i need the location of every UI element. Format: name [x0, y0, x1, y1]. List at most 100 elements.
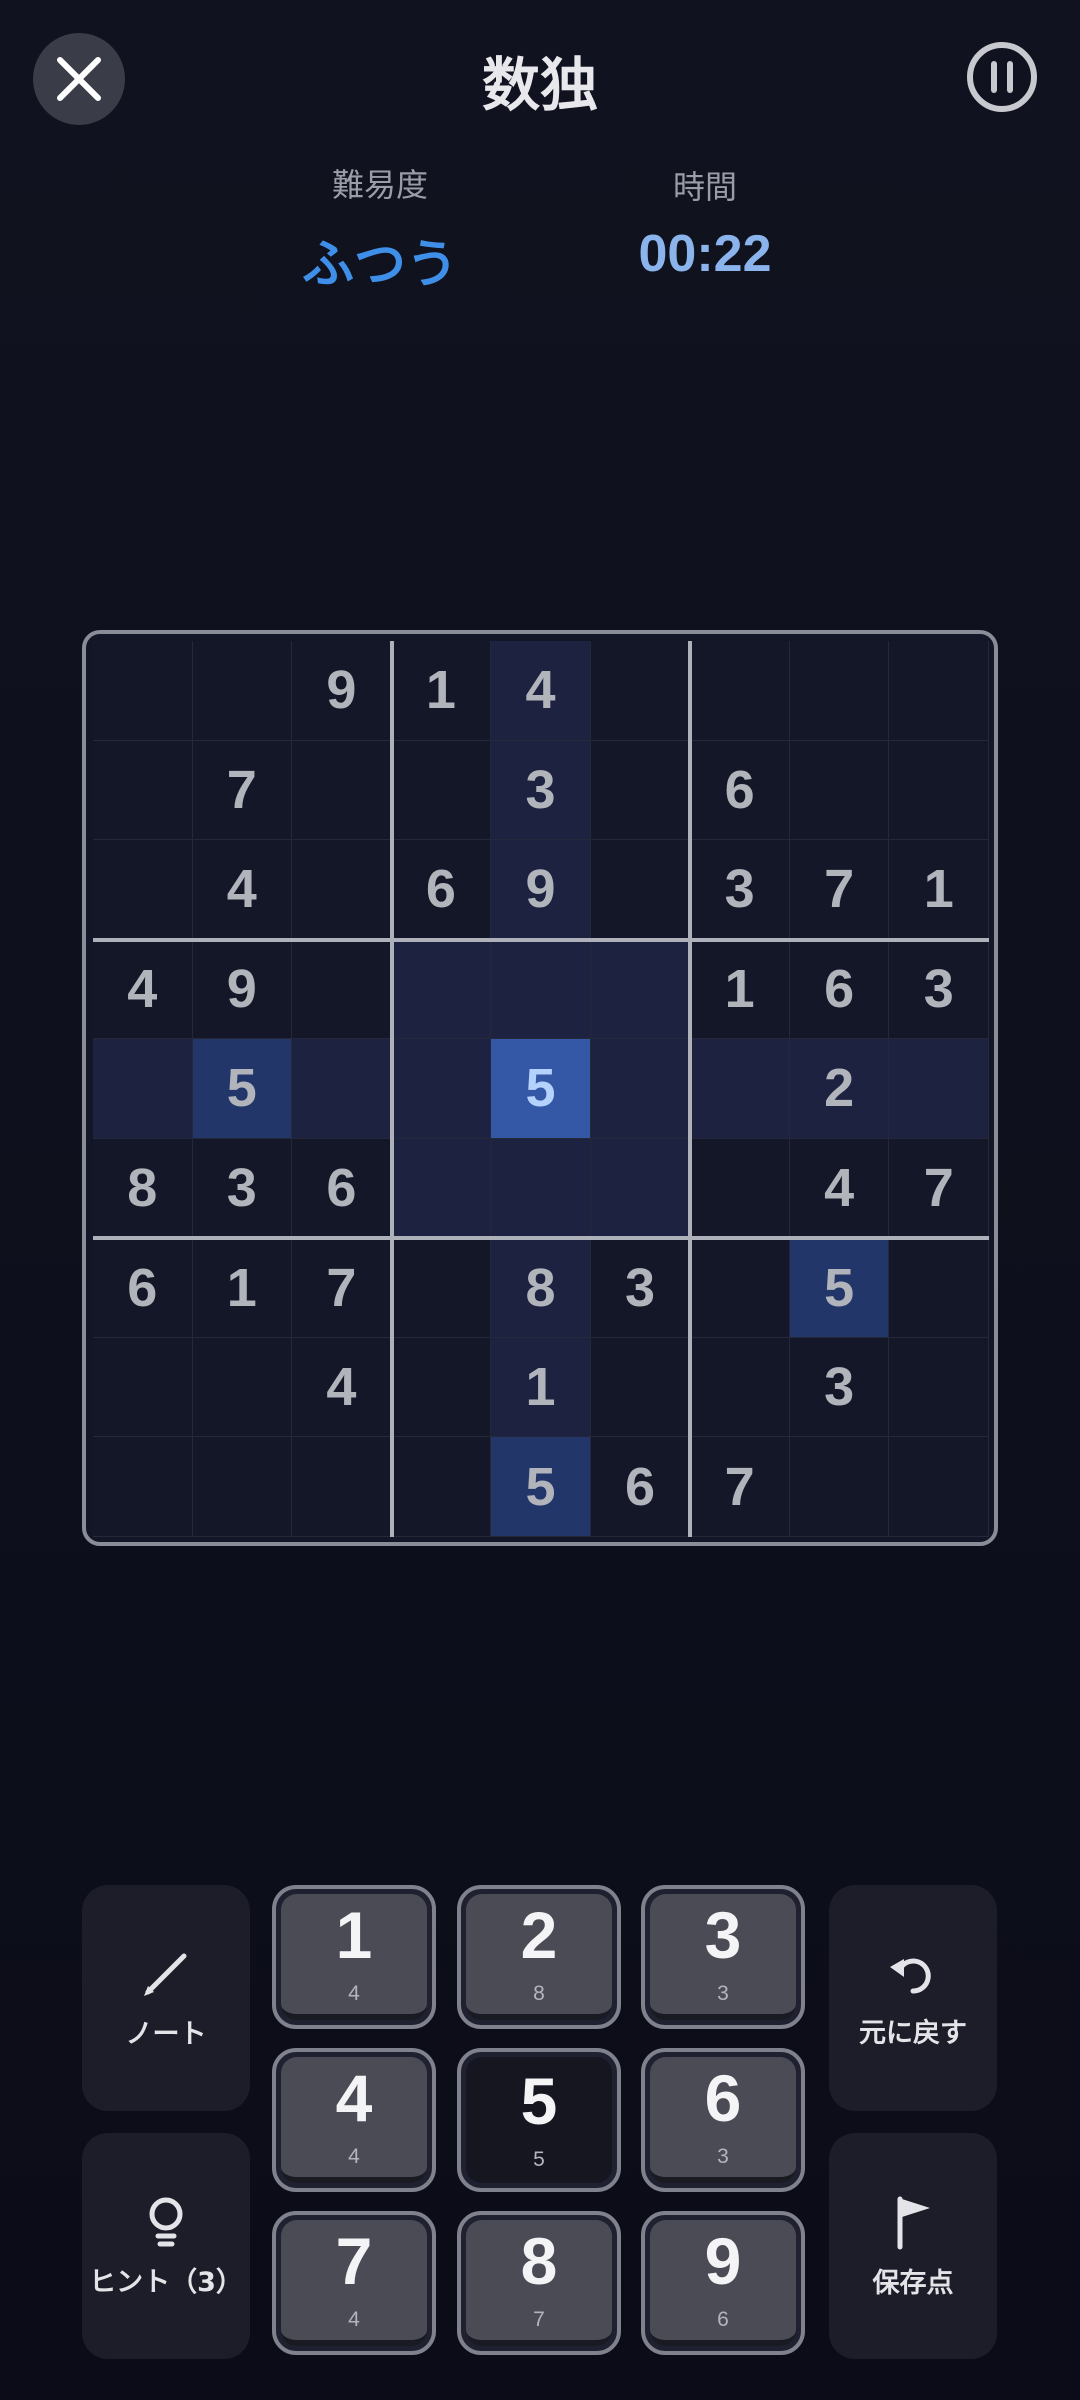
sudoku-cell[interactable]: 4 — [491, 641, 591, 741]
sudoku-cell[interactable]: 4 — [292, 1337, 392, 1438]
number-key-1[interactable]: 14 — [272, 1885, 436, 2029]
sudoku-cell[interactable]: 3 — [491, 740, 591, 841]
sudoku-cell[interactable]: 9 — [491, 840, 591, 940]
sudoku-cell[interactable] — [391, 1238, 492, 1338]
sudoku-cell[interactable] — [192, 1337, 293, 1438]
sudoku-cell[interactable] — [391, 1337, 492, 1438]
sudoku-cell[interactable] — [391, 740, 492, 841]
sudoku-cell[interactable] — [690, 641, 790, 741]
sudoku-cell[interactable] — [93, 1337, 193, 1438]
sudoku-cell[interactable]: 7 — [690, 1437, 790, 1537]
hint-button[interactable]: ヒント（3） — [82, 2133, 250, 2359]
sudoku-cell[interactable]: 6 — [93, 1238, 193, 1338]
box-divider-vertical — [389, 641, 394, 1537]
sudoku-cell[interactable] — [690, 1238, 790, 1338]
sudoku-cell[interactable] — [93, 840, 193, 940]
sudoku-cell[interactable] — [292, 1437, 392, 1537]
number-key-5[interactable]: 55 — [457, 2048, 621, 2192]
sudoku-cell[interactable] — [391, 1138, 492, 1239]
sudoku-cell[interactable] — [292, 740, 392, 841]
sudoku-cell[interactable] — [789, 641, 890, 741]
timer-display: 時間 00:22 — [600, 162, 810, 284]
sudoku-cell[interactable]: 1 — [192, 1238, 293, 1338]
number-key-6[interactable]: 63 — [641, 2048, 805, 2192]
sudoku-cell[interactable] — [93, 1039, 193, 1139]
sudoku-cell[interactable] — [192, 1437, 293, 1537]
sudoku-cell[interactable] — [889, 1437, 989, 1537]
sudoku-cell[interactable]: 4 — [789, 1138, 890, 1239]
sudoku-cell[interactable]: 9 — [192, 939, 293, 1040]
sudoku-cell[interactable] — [889, 641, 989, 741]
sudoku-cell[interactable] — [491, 1138, 591, 1239]
sudoku-cell[interactable] — [292, 939, 392, 1040]
number-key-7[interactable]: 74 — [272, 2211, 436, 2355]
undo-button[interactable]: 元に戻す — [829, 1885, 997, 2111]
sudoku-cell[interactable] — [690, 1337, 790, 1438]
sudoku-cell[interactable] — [690, 1138, 790, 1239]
sudoku-cell[interactable] — [590, 740, 691, 841]
sudoku-cell[interactable]: 1 — [491, 1337, 591, 1438]
sudoku-cell[interactable] — [889, 1337, 989, 1438]
sudoku-cell[interactable] — [590, 939, 691, 1040]
sudoku-cell[interactable]: 4 — [93, 939, 193, 1040]
sudoku-cell[interactable]: 5 — [192, 1039, 293, 1139]
sudoku-cell[interactable]: 1 — [690, 939, 790, 1040]
sudoku-cell[interactable]: 5 — [789, 1238, 890, 1338]
sudoku-cell[interactable]: 5 — [491, 1437, 591, 1537]
sudoku-cell[interactable] — [292, 1039, 392, 1139]
sudoku-cell[interactable] — [590, 1337, 691, 1438]
save-point-button[interactable]: 保存点 — [829, 2133, 997, 2359]
sudoku-cell[interactable] — [93, 641, 193, 741]
sudoku-cell[interactable]: 8 — [491, 1238, 591, 1338]
sudoku-cell[interactable] — [292, 840, 392, 940]
sudoku-cell[interactable]: 5 — [491, 1039, 591, 1139]
number-key-8[interactable]: 87 — [457, 2211, 621, 2355]
sudoku-cell[interactable]: 3 — [690, 840, 790, 940]
undo-label: 元に戻す — [859, 2017, 967, 2049]
sudoku-cell[interactable] — [391, 939, 492, 1040]
sudoku-cell[interactable]: 3 — [889, 939, 989, 1040]
pause-button[interactable] — [965, 40, 1039, 114]
number-key-remaining: 5 — [533, 2148, 545, 2171]
sudoku-cell[interactable]: 6 — [789, 939, 890, 1040]
sudoku-cell[interactable]: 7 — [192, 740, 293, 841]
sudoku-cell[interactable]: 7 — [789, 840, 890, 940]
sudoku-cell[interactable] — [889, 1039, 989, 1139]
sudoku-cell[interactable]: 7 — [292, 1238, 392, 1338]
sudoku-cell[interactable] — [590, 840, 691, 940]
sudoku-cell[interactable]: 8 — [93, 1138, 193, 1239]
sudoku-cell[interactable] — [590, 1138, 691, 1239]
number-key-digit: 5 — [520, 2064, 558, 2138]
sudoku-cell[interactable] — [391, 1039, 492, 1139]
sudoku-cell[interactable]: 4 — [192, 840, 293, 940]
number-key-2[interactable]: 28 — [457, 1885, 621, 2029]
sudoku-cell[interactable] — [590, 641, 691, 741]
sudoku-cell[interactable] — [789, 1437, 890, 1537]
number-key-4[interactable]: 44 — [272, 2048, 436, 2192]
number-key-3[interactable]: 33 — [641, 1885, 805, 2029]
number-key-9[interactable]: 96 — [641, 2211, 805, 2355]
sudoku-cell[interactable]: 2 — [789, 1039, 890, 1139]
sudoku-cell[interactable]: 3 — [590, 1238, 691, 1338]
sudoku-cell[interactable] — [789, 740, 890, 841]
sudoku-cell[interactable]: 3 — [192, 1138, 293, 1239]
sudoku-cell[interactable] — [192, 641, 293, 741]
sudoku-cell[interactable] — [491, 939, 591, 1040]
sudoku-cell[interactable]: 1 — [391, 641, 492, 741]
sudoku-cell[interactable]: 6 — [590, 1437, 691, 1537]
note-button[interactable]: ノート — [82, 1885, 250, 2111]
sudoku-cell[interactable] — [391, 1437, 492, 1537]
sudoku-cell[interactable] — [93, 1437, 193, 1537]
sudoku-cell[interactable]: 6 — [391, 840, 492, 940]
sudoku-cell[interactable]: 9 — [292, 641, 392, 741]
sudoku-cell[interactable] — [690, 1039, 790, 1139]
sudoku-cell[interactable] — [889, 1238, 989, 1338]
sudoku-cell[interactable] — [93, 740, 193, 841]
sudoku-cell[interactable] — [889, 740, 989, 841]
sudoku-cell[interactable] — [590, 1039, 691, 1139]
sudoku-cell[interactable]: 7 — [889, 1138, 989, 1239]
sudoku-cell[interactable]: 3 — [789, 1337, 890, 1438]
sudoku-cell[interactable]: 1 — [889, 840, 989, 940]
sudoku-cell[interactable]: 6 — [292, 1138, 392, 1239]
sudoku-cell[interactable]: 6 — [690, 740, 790, 841]
